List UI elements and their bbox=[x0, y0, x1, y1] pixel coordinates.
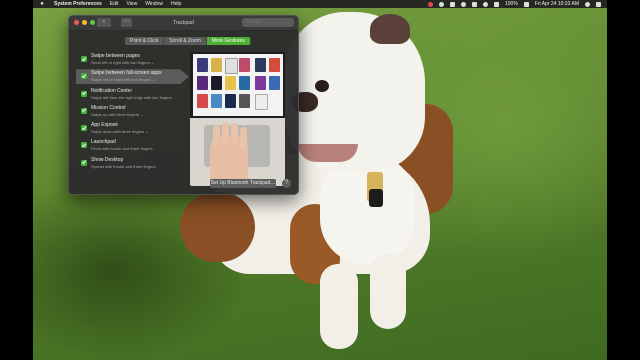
checkbox-launchpad[interactable] bbox=[81, 142, 87, 149]
status-icon[interactable] bbox=[439, 1, 444, 7]
checkbox-mission-control[interactable] bbox=[81, 107, 87, 114]
gesture-row-app-expose[interactable]: App Exposé Swipe down with three fingers… bbox=[79, 120, 191, 137]
set-up-bluetooth-trackpad-button[interactable]: Set Up Bluetooth Trackpad… bbox=[210, 179, 276, 188]
gesture-subtitle[interactable]: Swipe left or right with four fingers ⌄ bbox=[91, 77, 156, 82]
gesture-title: Swipe between full-screen apps bbox=[91, 70, 162, 77]
gesture-title: Launchpad bbox=[91, 139, 116, 146]
menu-clock[interactable]: Fri Apr 24 10:33 AM bbox=[535, 0, 579, 8]
gesture-subtitle: Pinch with thumb and three fingers bbox=[91, 146, 153, 152]
title-bar[interactable]: ‹ ⋯ Trackpad bbox=[69, 16, 298, 31]
search-input[interactable] bbox=[242, 18, 294, 27]
gesture-title: Mission Control bbox=[91, 104, 126, 111]
gesture-subtitle[interactable]: Swipe up with three fingers ⌄ bbox=[91, 112, 144, 117]
menu-window[interactable]: Window bbox=[145, 0, 163, 8]
menu-view[interactable]: View bbox=[126, 0, 137, 8]
timemachine-icon[interactable] bbox=[461, 1, 466, 7]
apple-menu-icon[interactable]: ● bbox=[38, 0, 46, 8]
gesture-subtitle: Spread with thumb and three fingers bbox=[91, 163, 156, 169]
preview-screen-thumbnails bbox=[193, 54, 283, 116]
gesture-row-mission-control[interactable]: Mission Control Swipe up with three fing… bbox=[79, 103, 191, 120]
gesture-title: App Exposé bbox=[91, 122, 118, 129]
gesture-subtitle[interactable]: Swipe down with three fingers ⌄ bbox=[91, 129, 149, 134]
wifi-icon[interactable] bbox=[483, 1, 488, 7]
tab-point-click[interactable]: Point & Click bbox=[125, 37, 165, 45]
checkbox-swipe-apps[interactable] bbox=[81, 73, 87, 80]
checkbox-notification-center[interactable] bbox=[81, 90, 87, 97]
gesture-title: Swipe between pages bbox=[91, 53, 140, 59]
gesture-row-launchpad[interactable]: Launchpad Pinch with thumb and three fin… bbox=[79, 137, 191, 154]
volume-icon[interactable] bbox=[494, 1, 499, 7]
gesture-row-swipe-apps[interactable]: Swipe between full-screen apps Swipe lef… bbox=[76, 68, 191, 85]
gesture-row-notification-center[interactable]: Notification Center Swipe left from the … bbox=[79, 86, 191, 103]
menu-app-name[interactable]: System Preferences bbox=[54, 0, 102, 8]
gesture-list: Swipe between pages Scroll left or right… bbox=[76, 51, 191, 172]
checkbox-app-expose[interactable] bbox=[81, 125, 87, 132]
tab-more-gestures[interactable]: More Gestures bbox=[206, 37, 251, 45]
gesture-title: Notification Center bbox=[91, 87, 133, 94]
preview-trackpad-area bbox=[190, 118, 285, 186]
trackpad-preferences-window: ‹ ⋯ Trackpad Point & Click Scroll & Zoom… bbox=[68, 15, 299, 195]
tab-bar: Point & Click Scroll & Zoom More Gesture… bbox=[125, 37, 251, 45]
tab-scroll-zoom[interactable]: Scroll & Zoom bbox=[164, 37, 207, 45]
gesture-title: Show Desktop bbox=[91, 156, 124, 163]
menu-help[interactable]: Help bbox=[171, 0, 181, 8]
gesture-row-swipe-pages[interactable]: Swipe between pages Scroll left or right… bbox=[79, 51, 191, 68]
checkbox-swipe-pages[interactable] bbox=[81, 56, 87, 62]
spotlight-icon[interactable] bbox=[585, 1, 590, 7]
hand-illustration bbox=[210, 122, 248, 185]
battery-percent[interactable]: 100% bbox=[505, 0, 518, 8]
battery-icon[interactable] bbox=[523, 1, 529, 7]
gesture-row-show-desktop[interactable]: Show Desktop Spread with thumb and three… bbox=[79, 155, 191, 172]
gesture-subtitle: Swipe left from the right edge with two … bbox=[91, 94, 172, 100]
help-button[interactable]: ? bbox=[282, 179, 291, 188]
control-center-icon[interactable] bbox=[596, 1, 601, 7]
menu-edit[interactable]: Edit bbox=[110, 0, 119, 8]
gesture-preview-video bbox=[190, 52, 285, 186]
bluetooth-icon[interactable] bbox=[472, 1, 477, 7]
display-icon[interactable] bbox=[450, 1, 455, 7]
record-icon[interactable] bbox=[428, 1, 433, 7]
checkbox-show-desktop[interactable] bbox=[81, 159, 87, 166]
gesture-subtitle[interactable]: Scroll left or right with two fingers ⌄ bbox=[91, 60, 154, 65]
menu-bar: ● System Preferences Edit View Window He… bbox=[33, 0, 607, 8]
